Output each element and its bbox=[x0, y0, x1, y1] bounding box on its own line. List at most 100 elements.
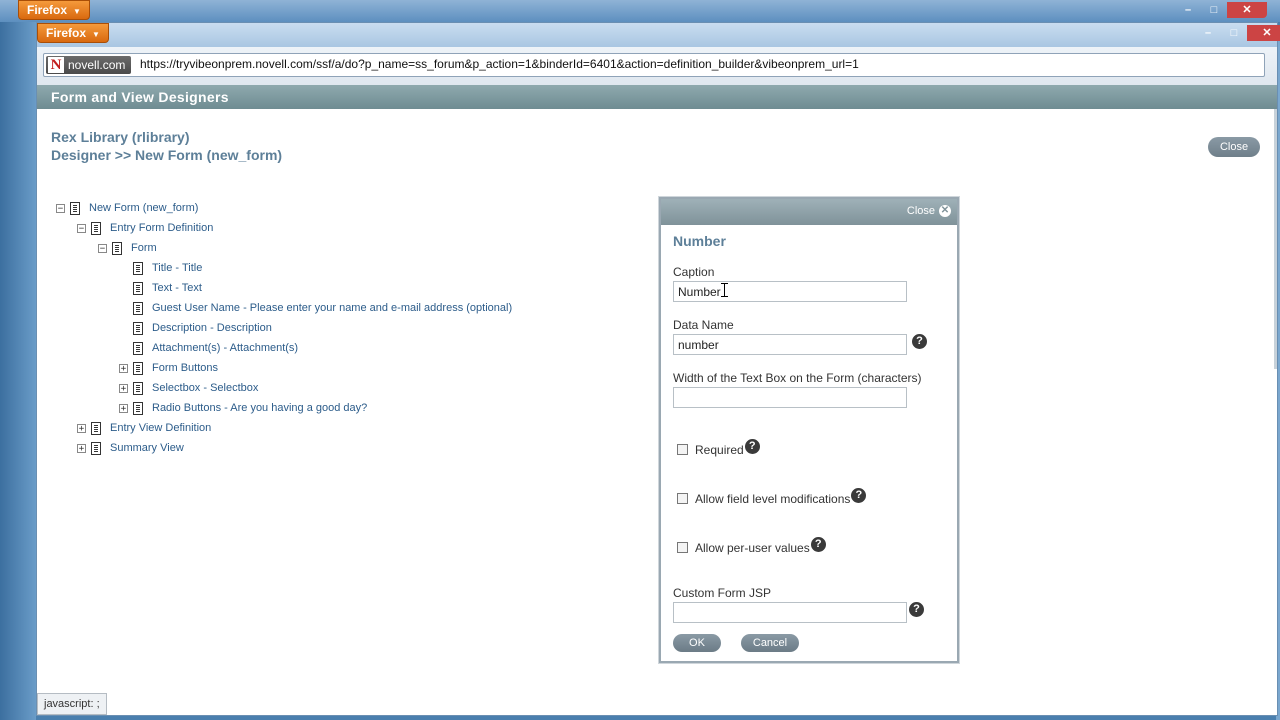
tree-node[interactable]: Text - Text bbox=[119, 279, 202, 297]
ok-button[interactable]: OK bbox=[673, 634, 721, 652]
allow-field-modifications-checkbox[interactable] bbox=[677, 493, 688, 504]
required-checkbox[interactable] bbox=[677, 444, 688, 455]
breadcrumb-library: Rex Library (rlibrary) bbox=[51, 129, 190, 145]
document-icon bbox=[112, 241, 122, 255]
expand-icon[interactable]: + bbox=[77, 423, 86, 433]
help-icon[interactable]: ? bbox=[909, 602, 924, 617]
tree-node[interactable]: + Entry View Definition bbox=[77, 419, 211, 437]
required-label[interactable]: Required bbox=[695, 443, 744, 457]
tree-node[interactable]: + Radio Buttons - Are you having a good d… bbox=[119, 399, 367, 417]
tree-node[interactable]: + Form Buttons bbox=[119, 359, 218, 377]
tree-node-label[interactable]: Guest User Name - Please enter your name… bbox=[152, 302, 512, 314]
caption-label: Caption bbox=[673, 265, 715, 279]
expand-icon[interactable]: + bbox=[77, 443, 86, 453]
tree-node[interactable]: + Selectbox - Selectbox bbox=[119, 379, 258, 397]
collapse-icon[interactable]: − bbox=[56, 203, 65, 213]
background-window-titlebar: Firefox ▼ – □ ✕ bbox=[0, 0, 1280, 22]
tree-node[interactable]: − New Form (new_form) bbox=[56, 199, 198, 217]
required-row: Required ? bbox=[677, 439, 760, 457]
background-firefox-menu-button[interactable]: Firefox ▼ bbox=[18, 0, 90, 20]
collapse-icon[interactable]: − bbox=[77, 223, 86, 233]
tree-node[interactable]: Attachment(s) - Attachment(s) bbox=[119, 339, 298, 357]
expand-icon[interactable]: + bbox=[119, 403, 128, 413]
tree-node-label[interactable]: Form bbox=[131, 242, 157, 254]
maximize-icon[interactable]: □ bbox=[1201, 2, 1227, 18]
site-identity-label: novell.com bbox=[68, 58, 126, 72]
dialog-title: Number bbox=[673, 233, 726, 249]
data-name-label: Data Name bbox=[673, 318, 734, 332]
collapse-icon[interactable]: − bbox=[98, 243, 107, 253]
custom-jsp-input[interactable] bbox=[673, 602, 907, 623]
browser-titlebar: Firefox ▼ – □ ✕ bbox=[37, 23, 1280, 47]
page-close-button[interactable]: Close bbox=[1208, 137, 1260, 157]
novell-logo-icon: N bbox=[48, 57, 64, 73]
help-icon[interactable]: ? bbox=[851, 488, 867, 503]
help-icon[interactable]: ? bbox=[912, 334, 927, 349]
close-window-icon[interactable]: ✕ bbox=[1247, 25, 1280, 41]
allow-per-user-values-checkbox[interactable] bbox=[677, 542, 688, 553]
url-text[interactable]: https://tryvibeonprem.novell.com/ssf/a/d… bbox=[140, 57, 859, 71]
allow-field-modifications-label[interactable]: Allow field level modifications bbox=[695, 492, 850, 506]
allow-per-user-row: Allow per-user values ? bbox=[677, 537, 826, 555]
scrollbar[interactable] bbox=[1274, 109, 1277, 369]
caption-input[interactable] bbox=[673, 281, 907, 302]
tree-node-label[interactable]: Form Buttons bbox=[152, 362, 218, 374]
dialog-close-label[interactable]: Close bbox=[907, 205, 935, 217]
breadcrumb-designer: Designer >> New Form (new_form) bbox=[51, 147, 283, 163]
document-icon bbox=[133, 301, 143, 315]
tree-node[interactable]: Title - Title bbox=[119, 259, 202, 277]
tree-node[interactable]: − Form bbox=[98, 239, 157, 257]
tree-node[interactable]: Description - Description bbox=[119, 319, 272, 337]
status-bar: javascript: ; bbox=[37, 693, 107, 715]
expand-icon[interactable]: + bbox=[119, 363, 128, 373]
expand-icon[interactable]: + bbox=[119, 383, 128, 393]
url-bar[interactable]: N novell.com https://tryvibeonprem.novel… bbox=[43, 53, 1265, 77]
minimize-icon[interactable]: – bbox=[1175, 2, 1201, 18]
document-icon bbox=[91, 421, 101, 435]
help-icon[interactable]: ? bbox=[810, 537, 826, 552]
browser-window: Firefox ▼ – □ ✕ N novell.com https://tryv… bbox=[36, 22, 1280, 716]
document-icon bbox=[133, 401, 143, 415]
text-cursor-icon bbox=[721, 283, 728, 297]
dialog-header: Close ✕ bbox=[661, 199, 957, 225]
tree-node-label[interactable]: New Form (new_form) bbox=[89, 202, 198, 214]
data-name-input[interactable] bbox=[673, 334, 907, 355]
number-properties-dialog: Close ✕ Number Caption Data Name ? Width… bbox=[659, 197, 959, 663]
document-icon bbox=[133, 261, 143, 275]
document-icon bbox=[133, 321, 143, 335]
tree-node[interactable]: + Summary View bbox=[77, 439, 184, 457]
document-icon bbox=[133, 341, 143, 355]
tree-node-label[interactable]: Entry Form Definition bbox=[110, 222, 213, 234]
tree-node[interactable]: − Entry Form Definition bbox=[77, 219, 213, 237]
chevron-down-icon: ▼ bbox=[73, 7, 81, 16]
tree-node-label[interactable]: Description - Description bbox=[152, 322, 272, 334]
help-icon[interactable]: ? bbox=[744, 439, 760, 454]
page-header: Form and View Designers bbox=[37, 85, 1277, 109]
width-input[interactable] bbox=[673, 387, 907, 408]
width-label: Width of the Text Box on the Form (chara… bbox=[673, 371, 922, 385]
tree-node-label[interactable]: Attachment(s) - Attachment(s) bbox=[152, 342, 298, 354]
site-identity-button[interactable]: N novell.com bbox=[46, 56, 132, 74]
tree-node-label[interactable]: Title - Title bbox=[152, 262, 202, 274]
tree-node-label[interactable]: Selectbox - Selectbox bbox=[152, 382, 258, 394]
maximize-icon[interactable]: □ bbox=[1221, 25, 1247, 41]
chevron-down-icon: ▼ bbox=[92, 30, 100, 39]
desktop-strip bbox=[0, 22, 36, 720]
cancel-button[interactable]: Cancel bbox=[741, 634, 799, 652]
tree-node-label[interactable]: Radio Buttons - Are you having a good da… bbox=[152, 402, 367, 414]
close-window-icon[interactable]: ✕ bbox=[1227, 2, 1267, 18]
background-window-controls: – □ ✕ bbox=[1175, 2, 1267, 18]
tree-node-label[interactable]: Entry View Definition bbox=[110, 422, 211, 434]
close-icon[interactable]: ✕ bbox=[939, 205, 951, 217]
tree-node-label[interactable]: Summary View bbox=[110, 442, 184, 454]
tree-node-label[interactable]: Text - Text bbox=[152, 282, 202, 294]
allow-per-user-values-label[interactable]: Allow per-user values bbox=[695, 541, 810, 555]
navigation-toolbar: N novell.com https://tryvibeonprem.novel… bbox=[37, 47, 1277, 86]
minimize-icon[interactable]: – bbox=[1195, 25, 1221, 41]
document-icon bbox=[91, 441, 101, 455]
window-controls: – □ ✕ bbox=[1195, 25, 1280, 41]
dialog-close-button[interactable]: Close ✕ bbox=[907, 205, 951, 217]
document-icon bbox=[133, 381, 143, 395]
firefox-menu-button[interactable]: Firefox ▼ bbox=[37, 23, 109, 43]
tree-node[interactable]: Guest User Name - Please enter your name… bbox=[119, 299, 512, 317]
